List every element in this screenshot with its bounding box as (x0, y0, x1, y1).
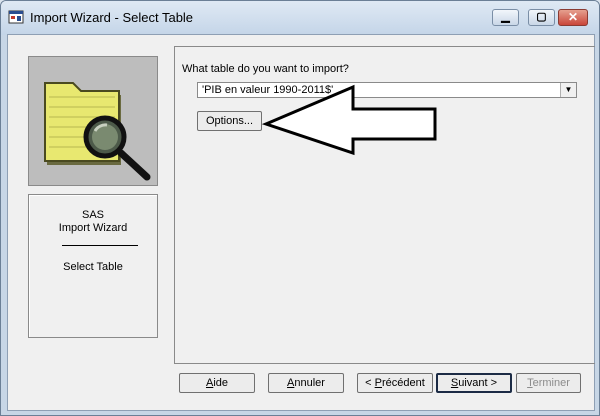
finish-button-label: erminer (532, 377, 570, 389)
title-bar[interactable]: Import Wizard - Select Table ▁ ▢ ✕ (1, 1, 599, 35)
annotation-arrow-icon (261, 84, 437, 156)
help-button-label: ide (213, 377, 229, 389)
next-button-label: uivant > (458, 377, 498, 389)
help-button[interactable]: Aide (179, 373, 255, 393)
wizard-body: SAS Import Wizard Select Table What tabl… (7, 34, 595, 411)
back-button-mnemonic: P (374, 377, 382, 389)
back-button[interactable]: < Précédent (357, 373, 433, 393)
close-icon: ✕ (567, 10, 579, 24)
minimize-button[interactable]: ▁ (492, 9, 519, 26)
cancel-button[interactable]: Annuler (268, 373, 344, 393)
back-button-prefix: < (365, 377, 375, 389)
minimize-icon: ▁ (501, 11, 510, 23)
window-title: Import Wizard - Select Table (30, 10, 194, 25)
next-button[interactable]: Suivant > (436, 373, 512, 393)
maximize-icon: ▢ (536, 11, 547, 23)
maximize-button[interactable]: ▢ (528, 9, 555, 26)
finish-button[interactable]: Terminer (516, 373, 581, 393)
close-button[interactable]: ✕ (558, 9, 588, 26)
back-button-label: récédent (382, 377, 425, 389)
import-wizard-window: Import Wizard - Select Table ▁ ▢ ✕ SAS I… (0, 0, 600, 416)
sas-app-icon (8, 10, 24, 24)
cancel-button-label: nnuler (294, 377, 325, 389)
